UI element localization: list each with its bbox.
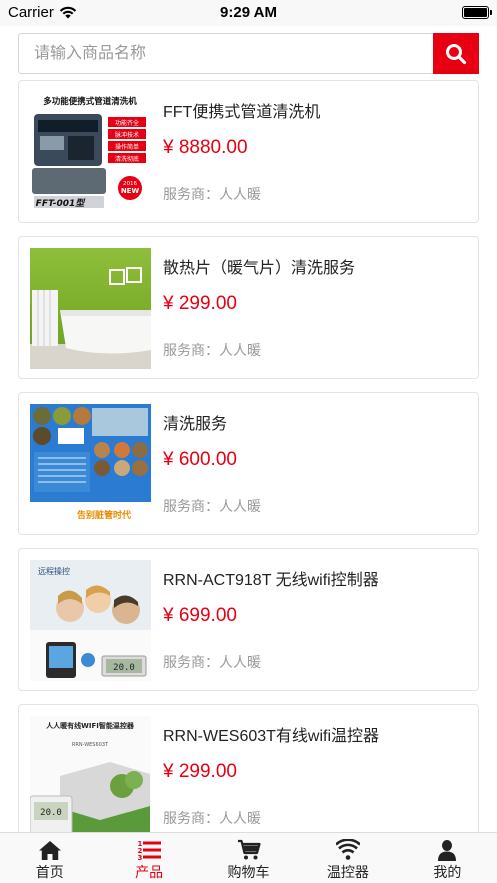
product-provider: 服务商：人人暖 [163, 186, 261, 202]
search-bar [18, 33, 479, 74]
family-thermostat-image: 远程操控 20.0 [30, 560, 151, 681]
svg-text:20.0: 20.0 [113, 663, 135, 673]
battery-icon [462, 6, 492, 19]
tab-profile[interactable]: 我的 [398, 833, 497, 883]
product-card[interactable]: 远程操控 20.0 RRN-ACT918T 无线wifi控制器 ¥ 699.00… [18, 548, 479, 691]
product-title: 清洗服务 [163, 416, 228, 433]
product-title: 散热片（暖气片）清洗服务 [163, 260, 356, 277]
product-card[interactable]: 人人暖有线WIFI智能温控器 RRN-WES603T 20.0 RRN-WES6… [18, 704, 479, 847]
product-provider: 服务商：人人暖 [163, 498, 261, 514]
product-card[interactable]: 散热片（暖气片）清洗服务 ¥ 299.00 服务商：人人暖 [18, 236, 479, 379]
pipe-cleaner-image: 多功能便携式管道清洗机 功能齐全 脉冲技术 操作简单 清洗彻底 2016 NEW… [30, 92, 151, 213]
product-title: RRN-WES603T有线wifi温控器 [163, 728, 380, 745]
cleaning-service-image: 告别脏管时代 [30, 404, 151, 525]
svg-text:3: 3 [138, 854, 143, 861]
svg-text:功能齐全: 功能齐全 [115, 119, 139, 127]
list-icon: 1 2 3 [138, 840, 162, 861]
product-price: ¥ 299.00 [163, 293, 237, 314]
tab-label: 温控器 [326, 864, 369, 880]
product-price: ¥ 299.00 [163, 761, 237, 782]
svg-text:FFT-001型: FFT-001型 [36, 198, 87, 209]
product-image-radiator [30, 248, 151, 369]
svg-text:远程操控: 远程操控 [38, 566, 70, 576]
wired-thermostat-image: 人人暖有线WIFI智能温控器 RRN-WES603T 20.0 [30, 716, 151, 837]
product-card[interactable]: 告别脏管时代 清洗服务 ¥ 600.00 服务商：人人暖 [18, 392, 479, 535]
tab-label: 我的 [433, 864, 462, 880]
status-bar: Carrier 9:29 AM [0, 0, 497, 26]
svg-text:RRN-WES603T: RRN-WES603T [72, 742, 109, 748]
product-image-pipe-cleaner: 多功能便携式管道清洗机 功能齐全 脉冲技术 操作简单 清洗彻底 2016 NEW… [30, 92, 151, 213]
status-time: 9:29 AM [220, 4, 277, 21]
product-title: RRN-ACT918T 无线wifi控制器 [163, 572, 379, 589]
search-button[interactable] [433, 33, 479, 74]
product-card[interactable]: 多功能便携式管道清洗机 功能齐全 脉冲技术 操作简单 清洗彻底 2016 NEW… [18, 80, 479, 223]
product-provider: 服务商：人人暖 [163, 654, 261, 670]
svg-text:人人暖有线WIFI智能温控器: 人人暖有线WIFI智能温控器 [46, 721, 135, 730]
wifi-icon [335, 839, 360, 860]
svg-text:清洗彻底: 清洗彻底 [115, 155, 139, 163]
product-provider: 服务商：人人暖 [163, 810, 261, 826]
tab-home[interactable]: 首页 [0, 833, 99, 883]
svg-text:NEW: NEW [121, 187, 140, 195]
svg-text:告别脏管时代: 告别脏管时代 [77, 509, 131, 521]
tab-label: 首页 [35, 864, 64, 880]
product-image-cleaning: 告别脏管时代 [30, 404, 151, 525]
svg-text:20.0: 20.0 [40, 808, 62, 818]
product-price: ¥ 699.00 [163, 605, 237, 626]
product-image-wifi-controller: 远程操控 20.0 [30, 560, 151, 681]
tab-label: 购物车 [227, 864, 270, 880]
svg-text:操作简单: 操作简单 [115, 143, 139, 151]
user-icon [438, 840, 457, 861]
bottom-tab-bar: 首页 1 2 3 产品 购物车 温控器 我的 [0, 832, 497, 883]
svg-text:脉冲技术: 脉冲技术 [115, 131, 139, 139]
tab-products[interactable]: 1 2 3 产品 [99, 833, 198, 883]
product-image-wired-thermostat: 人人暖有线WIFI智能温控器 RRN-WES603T 20.0 [30, 716, 151, 837]
search-icon [446, 43, 467, 64]
tab-thermostat[interactable]: 温控器 [298, 833, 397, 883]
tab-cart[interactable]: 购物车 [199, 833, 298, 883]
product-price: ¥ 8880.00 [163, 137, 248, 158]
radiator-bathroom-image [30, 248, 151, 369]
home-icon [38, 841, 61, 860]
product-title: FFT便携式管道清洗机 [163, 104, 321, 121]
svg-text:多功能便携式管道清洗机: 多功能便携式管道清洗机 [43, 96, 137, 107]
product-provider: 服务商：人人暖 [163, 342, 261, 358]
tab-label: 产品 [135, 864, 164, 880]
cart-icon [237, 839, 261, 860]
product-price: ¥ 600.00 [163, 449, 237, 470]
search-input[interactable] [18, 33, 434, 74]
